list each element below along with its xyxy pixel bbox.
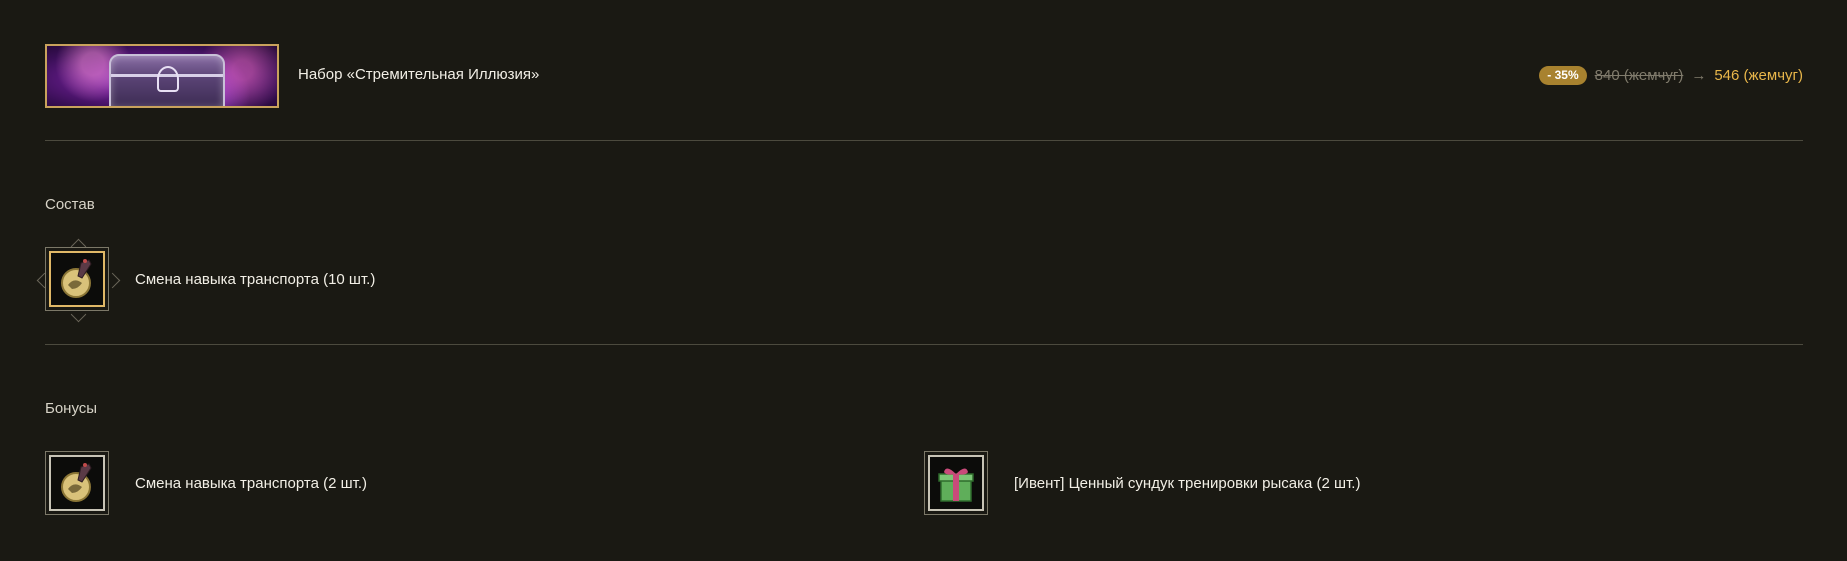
item-slot[interactable] [45,451,109,515]
divider [45,140,1803,141]
bundle-banner-image [45,44,279,108]
bonus-item[interactable]: Смена навыка транспорта (2 шт.) [45,451,645,517]
bonus-item[interactable]: [Ивент] Ценный сундук тренировки рысака … [924,451,1524,517]
discount-badge: - 35% [1539,66,1587,85]
slot-corner-ornament [70,306,87,323]
item-slot-frame [49,251,105,307]
item-slot-frame [928,455,984,511]
contents-item[interactable]: Смена навыка транспорта (10 шт.) [36,238,645,323]
old-price: 840 (жемчуг) [1594,67,1684,84]
price-block: - 35% 840 (жемчуг) → 546 (жемчуг) [1539,66,1803,85]
slot-corner-ornament [104,272,121,289]
treasure-chest-icon [109,54,225,106]
arrow-right-icon: → [1691,67,1707,84]
mount-skill-change-scroll-icon [61,463,92,502]
new-price: 546 (жемчуг) [1714,67,1803,84]
item-slot-frame [49,455,105,511]
item-label: [Ивент] Ценный сундук тренировки рысака … [1014,475,1361,492]
item-label: Смена навыка транспорта (2 шт.) [135,475,367,492]
bonuses-section-title: Бонусы [45,400,98,417]
item-slot[interactable] [924,451,988,515]
bundle-header: Набор «Стремительная Иллюзия» - 35% 840 … [45,44,1803,108]
item-slot[interactable] [36,238,121,323]
divider [45,344,1803,345]
gift-box-icon [938,468,974,502]
bundle-title: Набор «Стремительная Иллюзия» [298,66,540,83]
item-label: Смена навыка транспорта (10 шт.) [135,271,376,288]
contents-section-title: Состав [45,196,95,213]
mount-skill-change-scroll-icon [61,259,92,298]
